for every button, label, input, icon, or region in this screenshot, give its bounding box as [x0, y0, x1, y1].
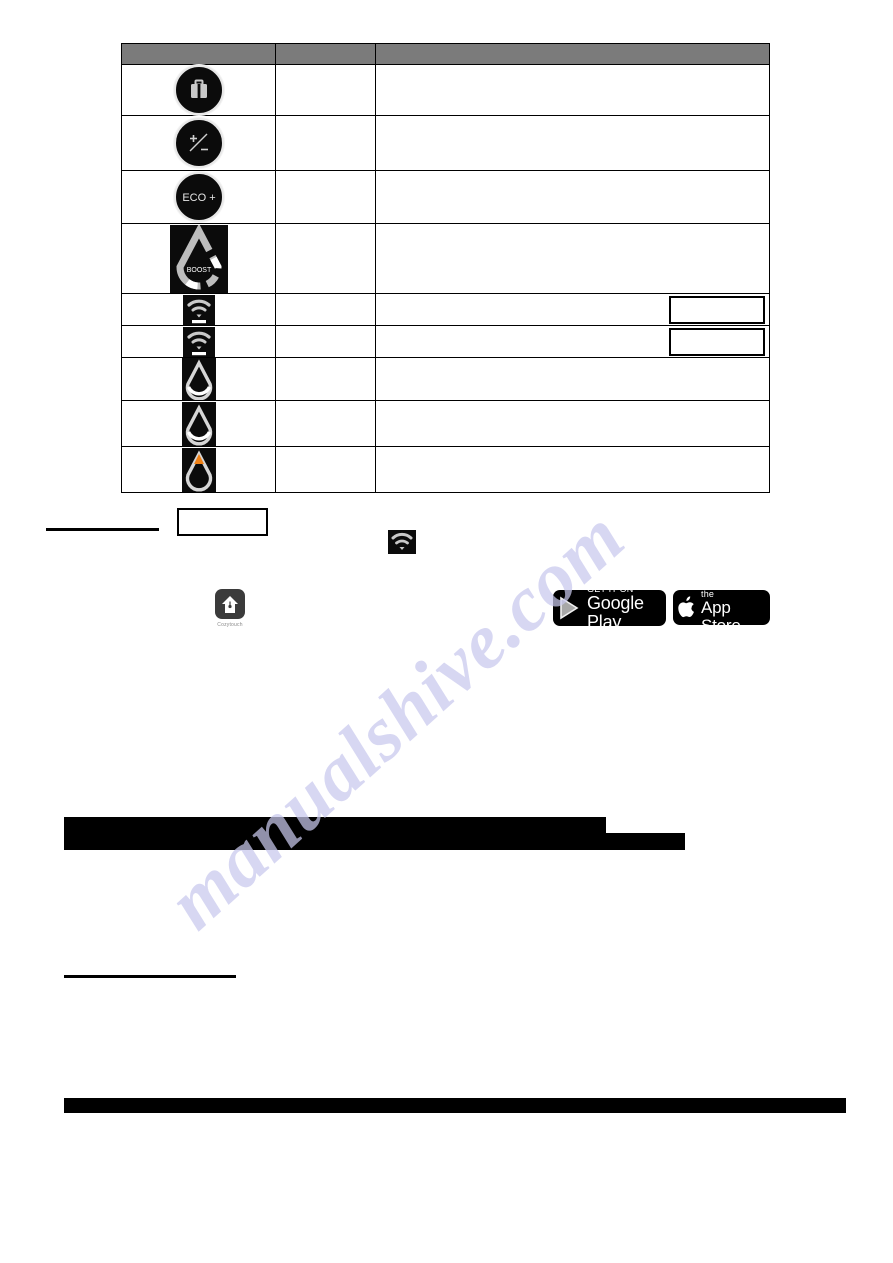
boost-droplet-icon: BOOST	[169, 223, 228, 293]
google-play-big-text: Google Play	[587, 593, 644, 626]
icon-description-cell	[374, 170, 771, 224]
section-rule-top	[46, 528, 159, 531]
apple-logo-icon	[673, 590, 701, 625]
icon-legend-table: ECO + BOOST	[120, 43, 771, 493]
plus-minus-icon	[173, 118, 224, 168]
empty-value-box	[177, 508, 268, 536]
icon-name-cell	[275, 64, 376, 116]
table-row	[120, 115, 771, 171]
icon-name-cell	[275, 446, 376, 493]
icon-description-cell	[374, 325, 771, 358]
briefcase-absence-icon	[173, 65, 224, 115]
icon-name-cell	[275, 357, 376, 401]
cozytouch-app-icon	[215, 589, 245, 619]
column-header-description	[374, 43, 771, 65]
eco-plus-icon: ECO +	[173, 172, 224, 222]
table-row	[120, 400, 771, 447]
app-store-text: Download on the App Store	[701, 590, 770, 625]
cozytouch-caption: Cozytouch	[217, 622, 243, 628]
manual-page: manualshive.com ECO + BOOST Cozytouch Go…	[0, 0, 893, 1263]
wifi-icon	[388, 530, 416, 554]
table-body: ECO + BOOST	[120, 64, 771, 493]
table-row: BOOST	[120, 223, 771, 294]
icon-description-cell	[374, 64, 771, 116]
icon-name-cell	[275, 293, 376, 326]
droplet-full-icon	[181, 358, 216, 401]
table-row	[120, 357, 771, 401]
redaction-bar-lower	[64, 1098, 846, 1113]
eco-plus-label: ECO +	[182, 192, 215, 204]
icon-name-cell	[275, 325, 376, 358]
droplet-alert-icon	[181, 447, 216, 492]
icon-description-cell	[374, 400, 771, 447]
icon-cell: BOOST	[120, 223, 277, 294]
icon-description-cell	[374, 223, 771, 294]
icon-cell	[120, 64, 277, 116]
icon-cell	[120, 357, 277, 401]
icon-cell	[120, 293, 277, 326]
table-header-row	[120, 43, 771, 65]
empty-value-box	[669, 327, 765, 356]
column-header-name	[275, 43, 376, 65]
icon-name-cell	[275, 400, 376, 447]
column-header-icon	[120, 43, 277, 65]
watermark-text: manualshive.com	[150, 492, 641, 946]
icon-description-cell	[374, 446, 771, 493]
section-rule-lower	[64, 975, 236, 978]
redaction-bar-upper-1	[64, 817, 606, 833]
table-row: ECO +	[120, 170, 771, 224]
icon-cell: ECO +	[120, 170, 277, 224]
google-play-text: GET IT ON Google Play	[587, 590, 666, 626]
icon-cell	[120, 446, 277, 493]
app-store-big-text: App Store	[701, 598, 741, 625]
redaction-bar-upper-2	[64, 833, 685, 850]
icon-name-cell	[275, 170, 376, 224]
icon-cell	[120, 400, 277, 447]
icon-name-cell	[275, 223, 376, 294]
icon-cell	[120, 325, 277, 358]
google-play-triangle-icon	[553, 590, 587, 626]
table-row	[120, 446, 771, 493]
google-play-badge[interactable]: GET IT ON Google Play	[553, 590, 666, 626]
boost-label: BOOST	[186, 267, 211, 274]
icon-description-cell	[374, 357, 771, 401]
icon-description-cell	[374, 293, 771, 326]
cozytouch-app: Cozytouch	[213, 589, 247, 628]
table-header	[120, 43, 771, 65]
table-row	[120, 325, 771, 358]
table-row	[120, 64, 771, 116]
table-row	[120, 293, 771, 326]
wifi-disconnected-icon	[182, 326, 215, 357]
icon-description-cell	[374, 115, 771, 171]
droplet-half-icon	[181, 401, 216, 446]
wifi-connected-icon	[182, 294, 215, 325]
icon-cell	[120, 115, 277, 171]
empty-value-box	[669, 295, 765, 324]
icon-name-cell	[275, 115, 376, 171]
app-store-badge[interactable]: Download on the App Store	[673, 590, 770, 625]
